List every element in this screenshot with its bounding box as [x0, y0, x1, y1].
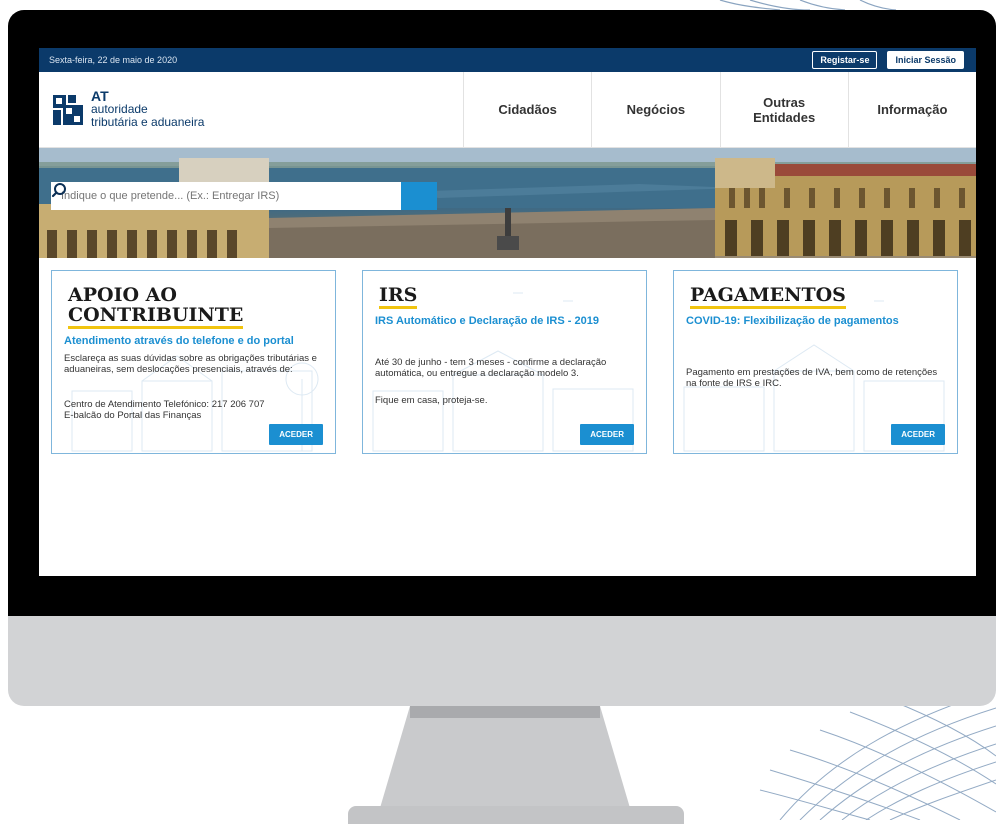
card-pagamentos: PAGAMENTOS COVID-19: Flexibilização de p… [673, 270, 958, 454]
site-logo[interactable]: AT autoridade tributária e aduaneira [39, 72, 463, 147]
aceder-button[interactable]: ACEDER [269, 424, 323, 445]
feature-cards: APOIO AO CONTRIBUINTE Atendimento atravé… [51, 270, 963, 454]
card-apoio-contribuinte: APOIO AO CONTRIBUINTE Atendimento atravé… [51, 270, 336, 454]
card-title-line-2: CONTRIBUINTE [68, 305, 244, 329]
card-irs: IRS IRS Automático e Declaração de IRS -… [362, 270, 647, 454]
account-buttons: Registar-se Iniciar Sessão [812, 51, 964, 69]
card-title-line-1: APOIO AO [68, 284, 177, 306]
card-title-text: IRS [379, 285, 418, 309]
aceder-button[interactable]: ACEDER [580, 424, 634, 445]
login-button[interactable]: Iniciar Sessão [887, 51, 964, 69]
nav-outras-line-2: Entidades [753, 109, 816, 125]
screen: Sexta-feira, 22 de maio de 2020 Registar… [39, 48, 976, 576]
search-button[interactable] [51, 182, 437, 210]
monitor-base [348, 806, 684, 824]
search-input[interactable] [51, 182, 401, 210]
card-body: Esclareça as suas dúvidas sobre as obrig… [64, 353, 317, 375]
aceder-button[interactable]: ACEDER [891, 424, 945, 445]
site-header: AT autoridade tributária e aduaneira Cid… [39, 72, 976, 148]
logo-line-3: tributária e aduaneira [91, 115, 205, 129]
card-subtitle[interactable]: IRS Automático e Declaração de IRS - 201… [375, 315, 599, 327]
card-title-text: PAGAMENTOS [690, 285, 846, 309]
card-subtitle[interactable]: Atendimento através do telefone e do por… [64, 335, 294, 347]
card-ebalcao-line: E-balcão do Portal das Finanças [64, 410, 202, 421]
card-subtitle[interactable]: COVID-19: Flexibilização de pagamentos [686, 315, 899, 327]
monitor-stand-shadow [410, 706, 600, 718]
register-button[interactable]: Registar-se [812, 51, 878, 69]
card-body-note: Fique em casa, proteja-se. [375, 395, 488, 406]
nav-outras-line-1: Outras [763, 94, 806, 110]
hero-banner [39, 148, 976, 258]
search-icon [51, 183, 66, 198]
nav-outras-entidades[interactable]: Outras Entidades [719, 72, 848, 147]
main-nav: Cidadãos Negócios Outras Entidades Infor… [463, 72, 976, 147]
card-title: APOIO AO CONTRIBUINTE [68, 284, 244, 329]
nav-informacao[interactable]: Informação [847, 72, 976, 147]
current-date: Sexta-feira, 22 de maio de 2020 [49, 55, 178, 65]
card-title: IRS [379, 285, 418, 309]
monitor-chin [8, 616, 996, 706]
monitor-stand [380, 706, 630, 808]
card-title: PAGAMENTOS [690, 285, 846, 309]
search-bar [51, 182, 437, 210]
card-phone-line: Centro de Atendimento Telefónico: 217 20… [64, 399, 265, 410]
nav-negocios[interactable]: Negócios [591, 72, 719, 147]
top-bar: Sexta-feira, 22 de maio de 2020 Registar… [39, 48, 976, 72]
card-body: Até 30 de junho - tem 3 meses - confirme… [375, 357, 607, 379]
nav-cidadaos[interactable]: Cidadãos [463, 72, 591, 147]
logo-text: AT autoridade tributária e aduaneira [91, 89, 205, 129]
card-body: Pagamento em prestações de IVA, bem como… [686, 367, 938, 389]
at-logo-icon [53, 94, 83, 125]
